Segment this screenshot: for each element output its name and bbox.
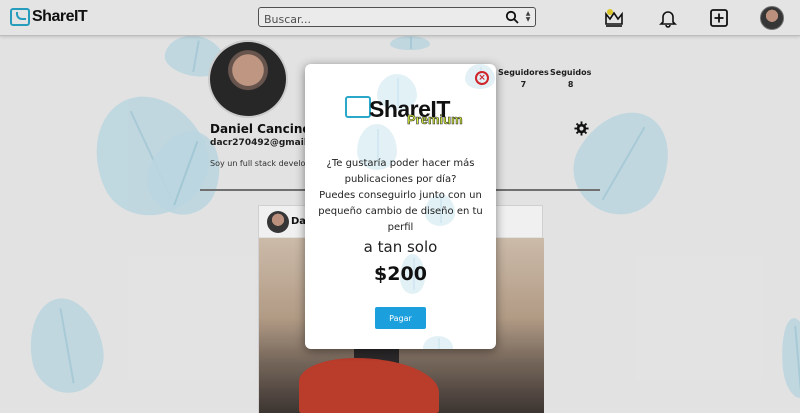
premium-logo-icon [345, 96, 371, 118]
premium-question: ¿Te gustaría poder hacer más publicacion… [326, 158, 475, 185]
premium-modal: × ShareIT Premium ¿Te gustaría poder hac… [305, 64, 496, 349]
premium-logo: ShareIT Premium [345, 94, 475, 130]
close-icon[interactable]: × [475, 71, 489, 85]
premium-price: $200 [374, 263, 427, 285]
modal-leaf-decoration [423, 336, 453, 349]
premium-logo-subtitle: Premium [407, 112, 463, 128]
premium-description: Puedes conseguirlo junto con un pequeño … [318, 190, 483, 233]
premium-tagline: a tan solo [363, 238, 438, 256]
pay-button[interactable]: Pagar [375, 307, 426, 329]
